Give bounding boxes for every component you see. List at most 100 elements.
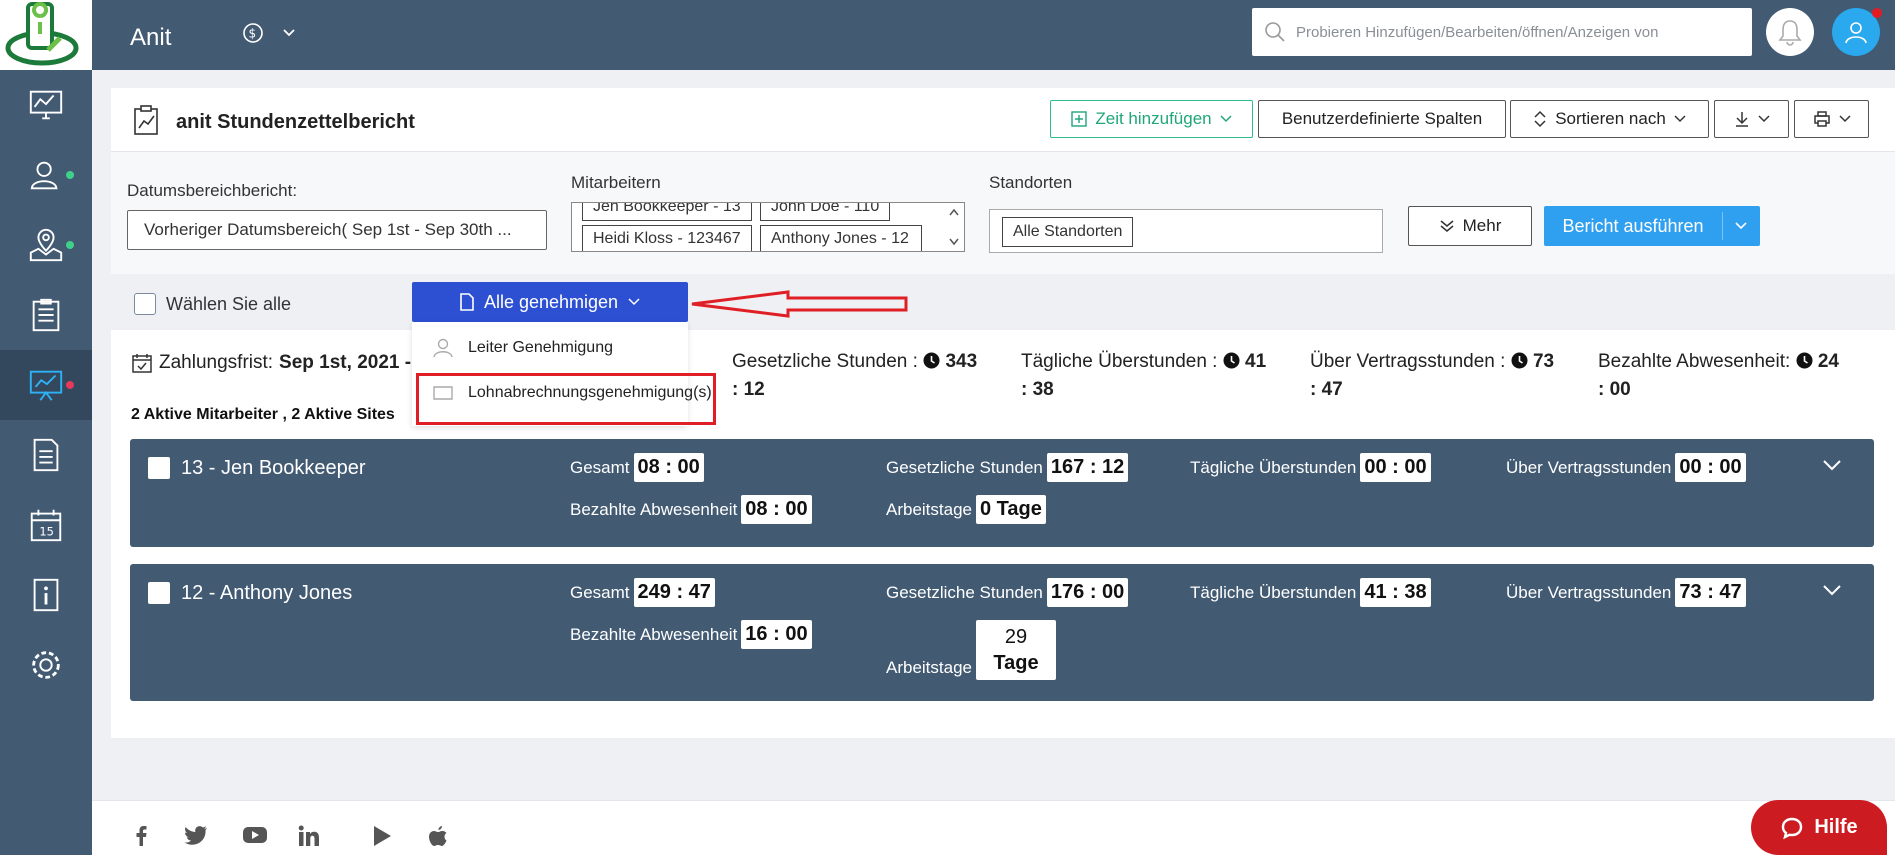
currency-selector[interactable]: $ [242, 22, 296, 44]
field-value: 73 : 47 [1675, 578, 1746, 607]
run-report-button[interactable]: Bericht ausführen [1544, 206, 1760, 246]
date-range-label: Datumsbereichbericht: [127, 181, 298, 200]
field-label: Arbeitstage [886, 499, 972, 519]
menu-item-manager-approval[interactable]: Leiter Genehmigung [432, 338, 613, 358]
sort-icon [1534, 110, 1546, 128]
printer-icon [1813, 111, 1830, 127]
notifications-button[interactable] [1766, 8, 1814, 56]
daily-overtime-field: Tägliche Überstunden 00 : 00 [1190, 453, 1431, 482]
employee-checkbox[interactable] [148, 582, 170, 604]
chevron-down-icon[interactable] [1734, 221, 1748, 231]
clock-icon [1511, 352, 1528, 369]
report-icon-wrap [131, 104, 161, 141]
field-label: Bezahlte Abwesenheit [570, 624, 738, 644]
employee-name: 13 - Jen Bookkeeper [181, 457, 366, 479]
bell-icon [1778, 20, 1802, 46]
approve-all-button[interactable]: Alle genehmigen [412, 282, 688, 322]
field-value: 08 : 00 [741, 495, 812, 524]
field-label: Gesetzliche Stunden [886, 582, 1043, 602]
paid-absence-field: Bezahlte Abwesenheit 08 : 00 [570, 495, 812, 524]
double-chevron-down-icon [1440, 220, 1454, 232]
sidebar-item-calendar[interactable]: 15 [0, 490, 92, 560]
document-icon [460, 293, 474, 311]
employee-tag[interactable]: John Doe - 110 [760, 203, 890, 221]
facebook-icon[interactable] [134, 825, 148, 847]
field-label: Tägliche Überstunden [1190, 457, 1357, 477]
sort-by-button[interactable]: Sortieren nach [1510, 100, 1709, 138]
field-label: Über Vertragsstunden [1506, 582, 1672, 602]
date-range-input[interactable]: Vorheriger Datumsbereich( Sep 1st - Sep … [127, 210, 547, 250]
youtube-icon[interactable] [242, 825, 268, 845]
clock-icon [923, 352, 940, 369]
employee-card: 12 - Anthony Jones Gesamt 249 : 47 Gesetz… [130, 564, 1874, 701]
map-pin-icon [29, 228, 63, 262]
employee-tag[interactable]: Heidi Kloss - 123467 [582, 225, 752, 251]
employee-checkbox[interactable] [148, 457, 170, 479]
status-dot [66, 381, 74, 389]
sidebar-item-locations[interactable] [0, 210, 92, 280]
chevron-down-icon [628, 298, 640, 306]
footer [92, 800, 1895, 855]
chevron-down-icon[interactable] [1822, 584, 1842, 596]
total-field: Gesamt 08 : 00 [570, 453, 704, 482]
annotation-arrow-icon [691, 290, 908, 318]
search-input[interactable] [1296, 23, 1736, 41]
custom-columns-label: Benutzerdefinierte Spalten [1281, 109, 1483, 128]
add-time-button[interactable]: Zeit hinzufügen [1050, 100, 1253, 138]
stat-daily-overtime: Tägliche Überstunden : 41 : 38 [1021, 348, 1291, 404]
apple-icon[interactable] [428, 825, 448, 847]
select-all-checkbox[interactable] [134, 293, 156, 315]
stat-value: 24 [1817, 351, 1839, 372]
work-days-field: Arbeitstage 29 Tage [886, 620, 1056, 680]
employee-card: 13 - Jen Bookkeeper Gesamt 08 : 00 Gesetz… [130, 439, 1874, 547]
sidebar-item-dashboard[interactable] [0, 70, 92, 140]
employee-name: 12 - Anthony Jones [181, 582, 353, 604]
contract-hours-field: Über Vertragsstunden 00 : 00 [1506, 453, 1746, 482]
location-tag[interactable]: Alle Standorten [1002, 217, 1134, 247]
stat-value: : 00 [1598, 379, 1631, 400]
more-button[interactable]: Mehr [1408, 206, 1532, 246]
field-value: 249 : 47 [633, 578, 715, 607]
sidebar-item-settings[interactable] [0, 630, 92, 700]
clipboard-chart-icon [134, 105, 158, 135]
locations-multiselect[interactable]: Alle Standorten [989, 209, 1383, 253]
field-value: 176 : 00 [1046, 578, 1129, 607]
employee-tag[interactable]: Jen Bookkeeper - 13 [582, 203, 752, 221]
add-time-label: Zeit hinzufügen [1095, 109, 1212, 128]
status-dot [66, 171, 74, 179]
linkedin-icon[interactable] [298, 825, 320, 847]
help-button[interactable]: Hilfe [1751, 800, 1887, 855]
stat-value: : 12 [732, 379, 765, 400]
print-button[interactable] [1794, 100, 1869, 138]
select-all[interactable]: Wählen Sie alle [134, 293, 291, 315]
stat-value: : 47 [1310, 379, 1343, 400]
chevron-down-icon[interactable] [1822, 459, 1842, 471]
chat-bubble-icon [1782, 817, 1803, 839]
stat-legal-hours: Gesetzliche Stunden : 343 : 12 [732, 348, 1002, 404]
sidebar-item-documents[interactable] [0, 420, 92, 490]
sidebar-item-timesheets[interactable] [0, 280, 92, 350]
play-icon[interactable] [372, 825, 392, 847]
stat-label: Über Vertragsstunden : [1310, 351, 1506, 372]
users-icon [30, 161, 58, 190]
scrollbar-arrows[interactable] [948, 206, 960, 248]
employees-multiselect[interactable]: Jen Bookkeeper - 13 John Doe - 110 Heidi… [571, 202, 965, 252]
help-label: Hilfe [1814, 816, 1858, 838]
app-logo[interactable] [0, 0, 92, 70]
search-box[interactable] [1252, 8, 1752, 56]
legal-hours-field: Gesetzliche Stunden 167 : 12 [886, 453, 1129, 482]
twitter-icon[interactable] [184, 825, 208, 845]
field-value: 00 : 00 [1360, 453, 1431, 482]
logo-icon [5, 2, 79, 66]
info-book-icon [33, 578, 59, 612]
active-count: 2 Aktive Mitarbeiter , 2 Aktive Sites [131, 406, 395, 423]
field-label: Bezahlte Abwesenheit [570, 499, 738, 519]
employee-tag[interactable]: Anthony Jones - 12 [760, 225, 922, 251]
sidebar-item-reports[interactable] [0, 350, 92, 420]
sidebar-item-users[interactable] [0, 140, 92, 210]
download-button[interactable] [1714, 100, 1789, 138]
field-value: 00 : 00 [1675, 453, 1746, 482]
custom-columns-button[interactable]: Benutzerdefinierte Spalten [1258, 100, 1506, 138]
sidebar-item-info[interactable] [0, 560, 92, 630]
sort-by-label: Sortieren nach [1555, 109, 1666, 128]
